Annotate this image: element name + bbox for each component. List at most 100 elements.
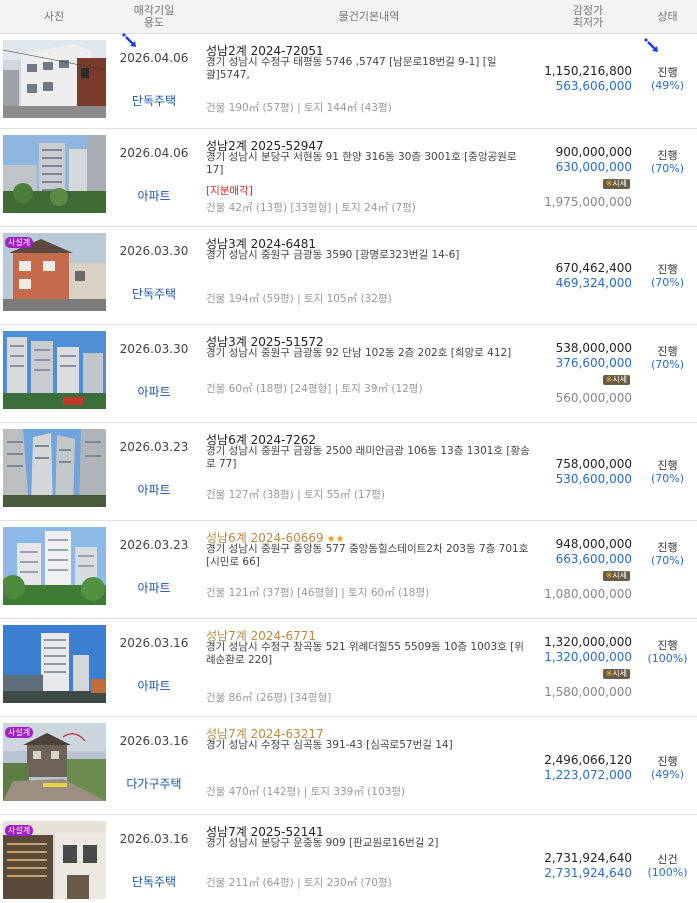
table-row: 2026.04.06 단독주택 성남2계 2024-72051 경기 성남시 수… bbox=[0, 33, 697, 129]
table-row: 2026.04.06 아파트 성남2계 2025-52947 경기 성남시 분당… bbox=[0, 129, 697, 227]
appraisal-price: 758,000,000 bbox=[555, 457, 632, 471]
sale-date: 2026.03.23 bbox=[119, 538, 189, 552]
private-sale-badge: 사설계 bbox=[5, 727, 34, 738]
property-photo[interactable]: 사설계 bbox=[3, 821, 106, 899]
table-row: 2026.03.30 아파트 성남3계 2025-51572 경기 성남시 중원… bbox=[0, 325, 697, 423]
table-row: 사설계 2026.03.16 다가구주택 성남7계 2024-63217 경기 … bbox=[0, 717, 697, 815]
property-photo[interactable] bbox=[3, 625, 106, 703]
price-percent: (100%) bbox=[647, 652, 688, 665]
minimum-price: 630,000,000 bbox=[555, 160, 632, 174]
price-percent: (49%) bbox=[650, 768, 685, 781]
sale-date: 2026.03.30 bbox=[119, 244, 189, 258]
property-address: 경기 성남시 중원구 금광동 3590 [광명로323번길 14-6] bbox=[206, 249, 460, 261]
sale-date: 2026.04.06 bbox=[119, 146, 189, 160]
market-price-badge[interactable]: ※시세 bbox=[602, 669, 630, 679]
sale-date: 2026.03.23 bbox=[119, 440, 189, 454]
minimum-price: 1,320,000,000 bbox=[544, 650, 632, 664]
price-percent: (70%) bbox=[650, 276, 685, 289]
minimum-price: 1,223,072,000 bbox=[544, 768, 632, 782]
sale-date: 2026.04.06 bbox=[119, 51, 189, 65]
property-address: 경기 성남시 수정구 태평동 5746 ,5747 [남문로18번길 9-1] … bbox=[206, 56, 497, 81]
header-price: 감정가 최저가 bbox=[538, 0, 638, 34]
market-price-badge[interactable]: ※시세 bbox=[602, 375, 630, 385]
sale-date: 2026.03.16 bbox=[119, 636, 189, 650]
property-use[interactable]: 아파트 bbox=[108, 187, 200, 204]
header-state: 상태 bbox=[657, 10, 678, 23]
price-percent: (70%) bbox=[650, 162, 685, 175]
auction-status: 진행 bbox=[657, 345, 678, 358]
market-price: 1,080,000,000 bbox=[544, 587, 632, 601]
appraisal-price: 1,150,216,800 bbox=[544, 64, 632, 78]
property-use[interactable]: 아파트 bbox=[108, 677, 200, 694]
property-use[interactable]: 단독주택 bbox=[108, 92, 200, 109]
private-sale-badge: 사설계 bbox=[5, 825, 34, 836]
market-price-badge[interactable]: ※시세 bbox=[602, 179, 630, 189]
sale-date: 2026.03.30 bbox=[119, 342, 189, 356]
appraisal-price: 2,731,924,640 bbox=[544, 851, 632, 865]
property-address: 경기 성남시 분당구 서현동 91 한양 316동 30층 3001호 [중앙공… bbox=[206, 151, 517, 176]
arrow-down-icon bbox=[122, 33, 136, 47]
auction-status: 진행 bbox=[657, 755, 678, 768]
area-info: 건물 190㎡ (57평) | 토지 144㎡ (43평) bbox=[206, 102, 392, 114]
area-info: 건물 194㎡ (59평) | 토지 105㎡ (32평) bbox=[206, 293, 392, 305]
market-price: 1,580,000,000 bbox=[544, 685, 632, 699]
property-photo[interactable] bbox=[3, 527, 106, 605]
header-photo: 사진 bbox=[43, 10, 65, 23]
appraisal-price: 538,000,000 bbox=[555, 341, 632, 355]
area-info: 건물 42㎡ (13평) [33평형] | 토지 24㎡ (7평) bbox=[206, 202, 416, 214]
auction-status: 진행 bbox=[657, 639, 678, 652]
auction-status: 진행 bbox=[657, 66, 678, 79]
appraisal-price: 2,496,066,120 bbox=[544, 753, 632, 767]
property-use[interactable]: 아파트 bbox=[108, 579, 200, 596]
property-address: 경기 성남시 중원구 금광동 92 단남 102동 2층 202호 [희망로 4… bbox=[206, 347, 512, 359]
table-row: 2026.03.23 아파트 성남6계 2024-7262 경기 성남시 중원구… bbox=[0, 423, 697, 521]
sale-date: 2026.03.16 bbox=[119, 734, 189, 748]
property-address: 경기 성남시 수정구 창곡동 521 위례더힐55 5509동 10층 1003… bbox=[206, 641, 524, 666]
minimum-price: 469,324,000 bbox=[555, 276, 632, 290]
minimum-price: 376,600,000 bbox=[555, 356, 632, 370]
property-use[interactable]: 아파트 bbox=[108, 481, 200, 498]
price-percent: (70%) bbox=[650, 554, 685, 567]
appraisal-price: 948,000,000 bbox=[555, 537, 632, 551]
header-info: 물건기본내역 bbox=[338, 10, 400, 23]
table-row: 사설계 2026.03.16 단독주택 성남7계 2025-52141 경기 성… bbox=[0, 815, 697, 903]
property-photo[interactable]: 사설계 bbox=[3, 723, 106, 801]
property-use[interactable]: 단독주택 bbox=[108, 285, 200, 302]
market-price: 1,975,000,000 bbox=[544, 195, 632, 209]
property-photo[interactable] bbox=[3, 429, 106, 507]
table-row: 2026.03.16 아파트 성남7계 2024-6771 경기 성남시 수정구… bbox=[0, 619, 697, 717]
auction-status: 진행 bbox=[657, 149, 678, 162]
table-header: 사진 매각기일 용도 물건기본내역 감정가 최저가 상태 bbox=[0, 0, 697, 34]
share-sale-note: [지분매각] bbox=[206, 185, 253, 197]
market-price-badge[interactable]: ※시세 bbox=[602, 571, 630, 581]
arrow-down-icon bbox=[644, 38, 658, 52]
property-photo[interactable] bbox=[3, 331, 106, 409]
area-info: 건물 60㎡ (18평) [24평형] | 토지 39㎡ (12평) bbox=[206, 383, 423, 395]
auction-status: 신건 bbox=[657, 853, 678, 866]
price-percent: (70%) bbox=[650, 472, 685, 485]
area-info: 건물 211㎡ (64평) | 토지 230㎡ (70평) bbox=[206, 877, 392, 889]
property-address: 경기 성남시 중원구 중앙동 577 중앙동힐스테이트2차 203동 7층 70… bbox=[206, 543, 529, 568]
price-percent: (70%) bbox=[650, 358, 685, 371]
auction-status: 진행 bbox=[657, 263, 678, 276]
property-address: 경기 성남시 수정구 심곡동 391-43 [심곡로57번길 14] bbox=[206, 739, 453, 751]
property-use[interactable]: 단독주택 bbox=[108, 873, 200, 890]
area-info: 건물 470㎡ (142평) | 토지 339㎡ (103평) bbox=[206, 786, 406, 798]
property-photo[interactable] bbox=[3, 40, 106, 118]
property-use[interactable]: 아파트 bbox=[108, 383, 200, 400]
area-info: 건물 121㎡ (37평) [46평형] | 토지 60㎡ (18평) bbox=[206, 587, 430, 599]
property-photo[interactable]: 사설계 bbox=[3, 233, 106, 311]
header-min-price: 최저가 bbox=[572, 16, 604, 29]
auction-status: 진행 bbox=[657, 541, 678, 554]
property-use[interactable]: 다가구주택 bbox=[108, 775, 200, 792]
minimum-price: 2,731,924,640 bbox=[544, 866, 632, 880]
price-percent: (49%) bbox=[650, 79, 685, 92]
minimum-price: 530,600,000 bbox=[555, 472, 632, 486]
area-info: 건물 127㎡ (38평) | 토지 55㎡ (17평) bbox=[206, 489, 386, 501]
property-address: 경기 성남시 분당구 운중동 909 [판교원로16번길 2] bbox=[206, 837, 439, 849]
private-sale-badge: 사설계 bbox=[5, 237, 34, 248]
appraisal-price: 670,462,400 bbox=[555, 261, 632, 275]
table-row: 2026.03.23 아파트 성남6계 2024-60669 ★★ 경기 성남시 … bbox=[0, 521, 697, 619]
minimum-price: 563,606,000 bbox=[555, 79, 632, 93]
property-photo[interactable] bbox=[3, 135, 106, 213]
